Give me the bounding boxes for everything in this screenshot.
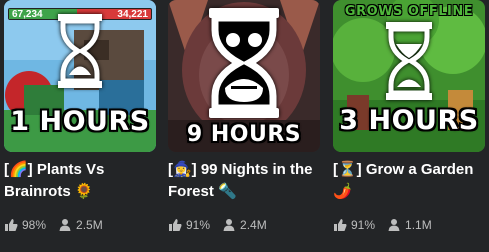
players-stat: 1.1M: [387, 218, 432, 232]
rating-stat: 91%: [168, 218, 210, 232]
rating-value: 91%: [351, 218, 376, 232]
hourglass-icon: [209, 8, 279, 118]
game-grid: 67,234 34,221 1 HOURS [🌈] Plants Vs Brai…: [0, 0, 489, 252]
game-thumbnail[interactable]: GROWS OFFLINE 3 HOURS: [333, 0, 485, 152]
thumbs-up-icon: [169, 219, 182, 231]
game-thumbnail[interactable]: 9 HOURS: [168, 0, 320, 152]
game-thumbnail[interactable]: 67,234 34,221 1 HOURS: [4, 0, 156, 152]
game-stats: 91% 1.1M: [333, 218, 444, 232]
timer-badge: [4, 14, 156, 88]
offline-banner: GROWS OFFLINE: [344, 4, 474, 19]
game-title[interactable]: [⏳] Grow a Garden 🌶️: [333, 159, 485, 203]
timer-badge: [333, 22, 485, 100]
players-value: 1.1M: [405, 218, 432, 232]
game-card-99-nights-in-the-forest[interactable]: 9 HOURS [🧙‍♀️] 99 Nights in the Forest 🔦…: [168, 0, 320, 252]
hourglass-icon: [386, 22, 432, 100]
timer-label: 9 HOURS: [186, 122, 302, 147]
game-title[interactable]: [🧙‍♀️] 99 Nights in the Forest 🔦: [168, 159, 320, 203]
game-stats: 91% 2.4M: [168, 218, 279, 232]
rating-value: 98%: [22, 218, 47, 232]
hourglass-icon: [58, 14, 102, 88]
thumbs-up-icon: [334, 219, 347, 231]
timer-label: 3 HOURS: [339, 105, 479, 136]
game-stats: 98% 2.5M: [4, 218, 115, 232]
game-title[interactable]: [🌈] Plants Vs Brainrots 🌻: [4, 159, 156, 203]
timer-label: 1 HOURS: [10, 106, 150, 137]
players-value: 2.4M: [240, 218, 267, 232]
person-icon: [59, 219, 71, 231]
timer-badge: [168, 8, 320, 118]
rating-stat: 91%: [333, 218, 375, 232]
game-card-grow-a-garden[interactable]: GROWS OFFLINE 3 HOURS [⏳] Grow a Garden …: [333, 0, 485, 252]
players-stat: 2.4M: [222, 218, 267, 232]
rating-value: 91%: [186, 218, 211, 232]
game-card-plants-vs-brainrots[interactable]: 67,234 34,221 1 HOURS [🌈] Plants Vs Brai…: [4, 0, 156, 252]
person-icon: [223, 219, 235, 231]
players-stat: 2.5M: [58, 218, 103, 232]
players-value: 2.5M: [76, 218, 103, 232]
thumbs-up-icon: [5, 219, 18, 231]
person-icon: [388, 219, 400, 231]
rating-stat: 98%: [4, 218, 46, 232]
